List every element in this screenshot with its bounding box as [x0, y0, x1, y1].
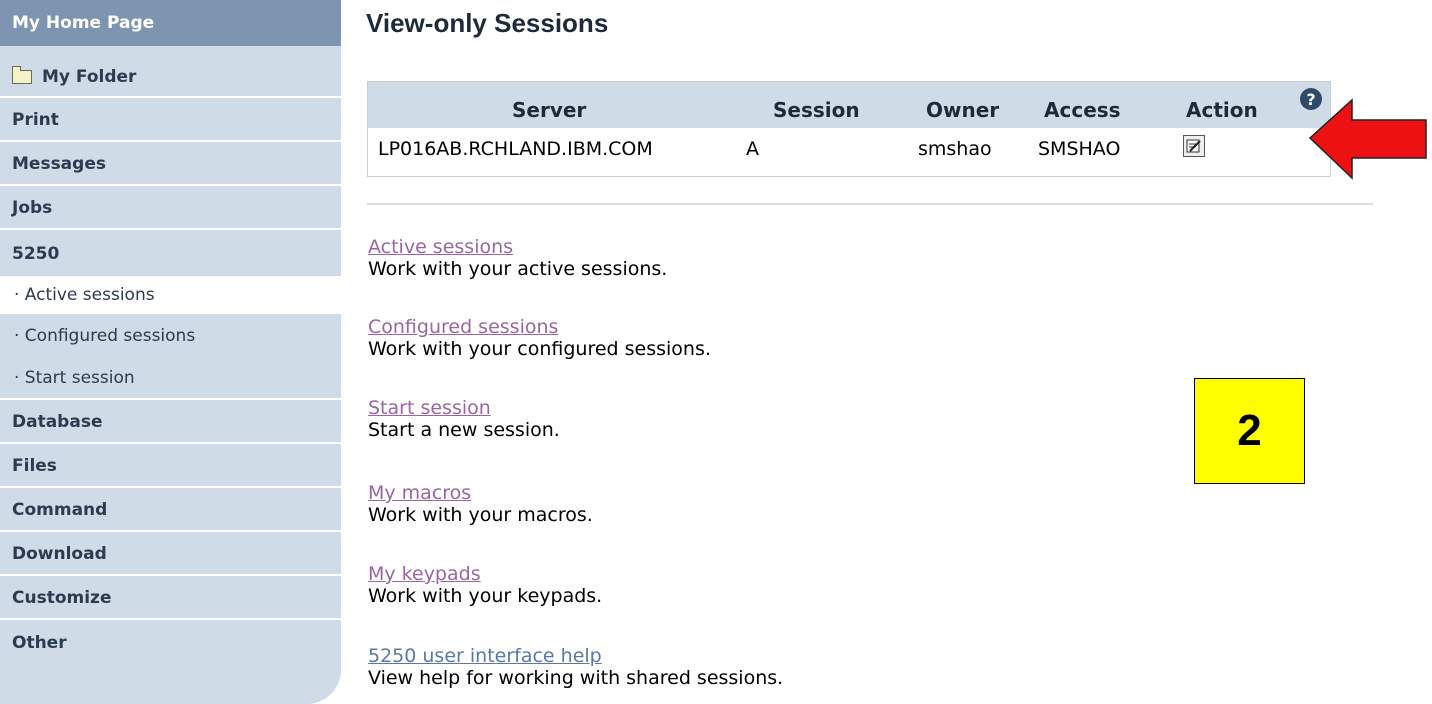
sidebar-item-command[interactable]: Command [0, 490, 341, 532]
sidebar-subitem-label: · Configured sessions [14, 326, 196, 346]
link-group-my-keypads: My keypads Work with your keypads. [368, 563, 602, 607]
link-description: Work with your macros. [368, 504, 593, 526]
sidebar-item-messages[interactable]: Messages [0, 144, 341, 186]
sidebar-item-label: Messages [12, 154, 106, 174]
table-header: Server Session Owner Access Action ? [368, 82, 1330, 128]
sidebar-item-my-folder[interactable]: My Folder [0, 57, 341, 98]
step-number-callout: 2 [1194, 378, 1305, 484]
folder-icon [12, 65, 32, 84]
link-group-5250-help: 5250 user interface help View help for w… [368, 645, 783, 689]
link-description: Work with your active sessions. [368, 258, 668, 280]
link-my-keypads[interactable]: My keypads [368, 563, 602, 585]
link-configured-sessions[interactable]: Configured sessions [368, 316, 711, 338]
sidebar-item-label: Database [12, 412, 103, 432]
sidebar-item-5250[interactable]: 5250 [0, 232, 341, 276]
link-description: Work with your keypads. [368, 585, 603, 607]
link-description: Start a new session. [368, 419, 560, 441]
sidebar-item-database[interactable]: Database [0, 402, 341, 444]
sidebar-item-label: Print [12, 110, 59, 130]
link-active-sessions[interactable]: Active sessions [368, 236, 667, 258]
column-header-owner: Owner [926, 98, 1000, 122]
cell-session: A [746, 138, 759, 160]
column-header-server: Server [512, 98, 587, 122]
sidebar-item-print[interactable]: Print [0, 100, 341, 142]
cell-owner: smshao [918, 138, 992, 160]
sidebar-subitem-active-sessions[interactable]: · Active sessions [0, 276, 341, 314]
link-group-start-session: Start session Start a new session. [368, 397, 560, 441]
column-header-action: Action [1186, 98, 1258, 122]
sidebar-subitem-label: · Active sessions [14, 285, 155, 305]
sidebar-item-my-home-page[interactable]: My Home Page [0, 0, 341, 46]
sidebar-item-label: 5250 [12, 244, 60, 264]
sidebar-item-label: Command [12, 500, 108, 520]
link-group-my-macros: My macros Work with your macros. [368, 482, 593, 526]
sidebar-item-label: Download [12, 544, 107, 564]
link-my-macros[interactable]: My macros [368, 482, 593, 504]
cell-access: SMSHAO [1038, 138, 1121, 160]
sidebar-item-label: Customize [12, 588, 112, 608]
sidebar-item-label: My Home Page [12, 13, 155, 33]
column-header-session: Session [773, 98, 860, 122]
sidebar-item-jobs[interactable]: Jobs [0, 188, 341, 230]
sidebar-item-label: Other [12, 633, 67, 653]
sidebar-item-other[interactable]: Other [0, 622, 341, 664]
sidebar-item-download[interactable]: Download [0, 534, 341, 576]
link-description: View help for working with shared sessio… [368, 667, 784, 689]
sidebar-item-label: Jobs [12, 198, 53, 218]
link-group-active-sessions: Active sessions Work with your active se… [368, 236, 667, 280]
sidebar-item-label: Files [12, 456, 57, 476]
sessions-table: Server Session Owner Access Action ? LP0… [367, 81, 1331, 177]
cell-server: LP016AB.RCHLAND.IBM.COM [378, 138, 653, 160]
link-group-configured-sessions: Configured sessions Work with your confi… [368, 316, 711, 360]
link-5250-user-interface-help[interactable]: 5250 user interface help [368, 645, 783, 667]
page-title: View-only Sessions [366, 8, 609, 38]
link-description: Work with your configured sessions. [368, 338, 711, 360]
view-session-icon[interactable] [1183, 135, 1205, 157]
sidebar-item-label: My Folder [42, 66, 137, 87]
link-start-session[interactable]: Start session [368, 397, 560, 419]
divider [367, 203, 1373, 205]
sidebar-subitem-label: · Start session [14, 368, 135, 388]
sidebar-subitem-start-session[interactable]: · Start session [0, 358, 341, 400]
arrow-left-icon [1308, 98, 1427, 180]
sidebar-nav: My Home Page My Folder Print Messages Jo… [0, 0, 341, 704]
sidebar-item-files[interactable]: Files [0, 446, 341, 488]
column-header-access: Access [1044, 98, 1121, 122]
sidebar-subitem-configured-sessions[interactable]: · Configured sessions [0, 314, 341, 358]
sidebar-item-customize[interactable]: Customize [0, 578, 341, 620]
